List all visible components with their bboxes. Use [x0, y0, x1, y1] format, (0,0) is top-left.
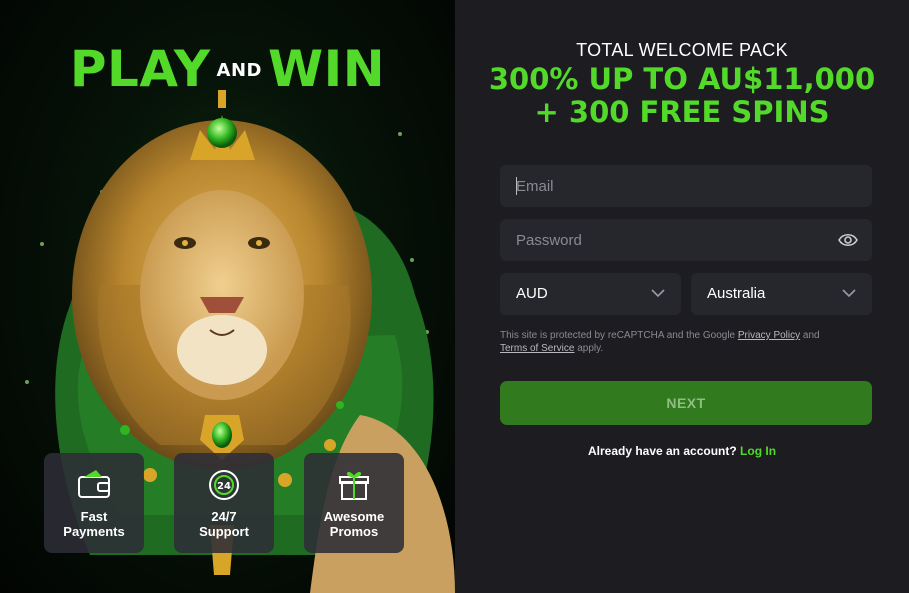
- legal-prefix: This site is protected by reCAPTCHA and …: [500, 330, 738, 341]
- login-prompt: Already have an account? Log In: [455, 444, 909, 458]
- next-button[interactable]: NEXT: [500, 381, 872, 425]
- signup-panel: TOTAL WELCOME PACK 300% UP TO AU$11,000 …: [455, 0, 909, 593]
- privacy-policy-link[interactable]: Privacy Policy: [738, 330, 800, 341]
- promo-spins: + 300 FREE SPINS: [534, 95, 830, 129]
- feature-line1: 24/7: [211, 509, 237, 524]
- country-select[interactable]: Australia: [691, 273, 872, 315]
- feature-line2: Promos: [329, 524, 379, 539]
- email-field-wrapper: [500, 165, 872, 207]
- promo-title: TOTAL WELCOME PACK: [576, 40, 788, 60]
- 24-7-support-icon: 24: [209, 470, 239, 500]
- promo-bonus: 300% UP TO AU$11,000: [488, 62, 876, 96]
- headline-and: AND: [216, 60, 262, 81]
- chevron-down-icon: [651, 289, 665, 298]
- eye-icon[interactable]: [838, 231, 858, 249]
- hero-panel: PLAY AND WIN Fast Payments 24 24/7 Suppo…: [0, 0, 455, 593]
- terms-of-service-link[interactable]: Terms of Service: [500, 343, 574, 354]
- gift-icon: [339, 471, 369, 500]
- recaptcha-notice: This site is protected by reCAPTCHA and …: [500, 329, 872, 355]
- password-field-wrapper: [500, 219, 872, 261]
- chevron-down-icon: [842, 289, 856, 298]
- legal-and: and: [800, 330, 820, 341]
- svg-text:24: 24: [217, 481, 231, 492]
- feature-line1: Fast: [80, 509, 108, 524]
- legal-suffix: apply.: [574, 343, 604, 354]
- password-field[interactable]: [516, 219, 806, 261]
- email-field[interactable]: [516, 165, 806, 207]
- feature-fast-payments: Fast Payments: [44, 453, 144, 553]
- login-link[interactable]: Log In: [740, 444, 776, 458]
- sparkle: [25, 380, 29, 384]
- currency-select[interactable]: AUD: [500, 273, 681, 315]
- wallet-icon: [78, 470, 110, 498]
- feature-support: 24 24/7 Support: [174, 453, 274, 553]
- text-caret: [516, 177, 517, 195]
- feature-line1: Awesome: [323, 509, 385, 524]
- feature-line2: Payments: [63, 524, 125, 539]
- feature-promos: Awesome Promos: [304, 453, 404, 553]
- account-prompt: Already have an account?: [587, 444, 737, 458]
- country-value: Australia: [707, 285, 766, 302]
- feature-line2: Support: [199, 524, 249, 539]
- currency-value: AUD: [516, 285, 548, 302]
